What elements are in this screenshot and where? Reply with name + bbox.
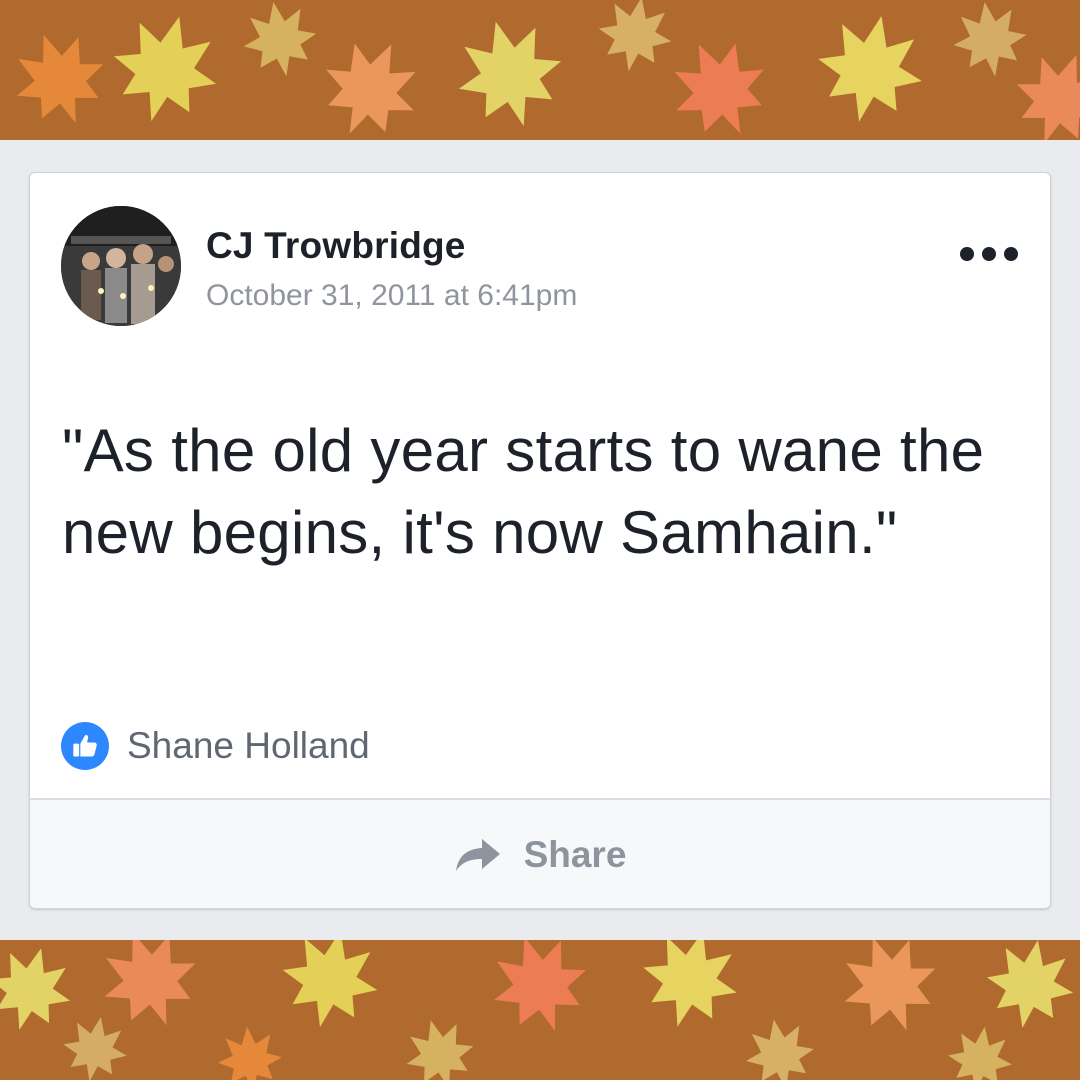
author-name[interactable]: CJ Trowbridge: [206, 225, 466, 267]
post-timestamp[interactable]: October 31, 2011 at 6:41pm: [206, 279, 577, 313]
post-card: CJ Trowbridge October 31, 2011 at 6:41pm…: [29, 172, 1051, 909]
more-dot: [982, 247, 996, 261]
author-avatar[interactable]: [61, 206, 181, 326]
autumn-leaves-banner-bottom: [0, 940, 1080, 1080]
share-label: Share: [523, 834, 627, 875]
more-options-icon[interactable]: [960, 239, 1018, 269]
more-dot: [960, 247, 974, 261]
share-button[interactable]: Share: [30, 798, 1050, 908]
liked-by-name[interactable]: Shane Holland: [127, 725, 370, 767]
autumn-leaves-banner-top: [0, 0, 1080, 140]
share-arrow-icon: [455, 839, 500, 871]
reactions-row[interactable]: Shane Holland: [61, 721, 370, 771]
more-dot: [1004, 247, 1018, 261]
thumbs-up-icon: [61, 722, 109, 770]
post-body-text: "As the old year starts to wane the new …: [62, 417, 985, 566]
